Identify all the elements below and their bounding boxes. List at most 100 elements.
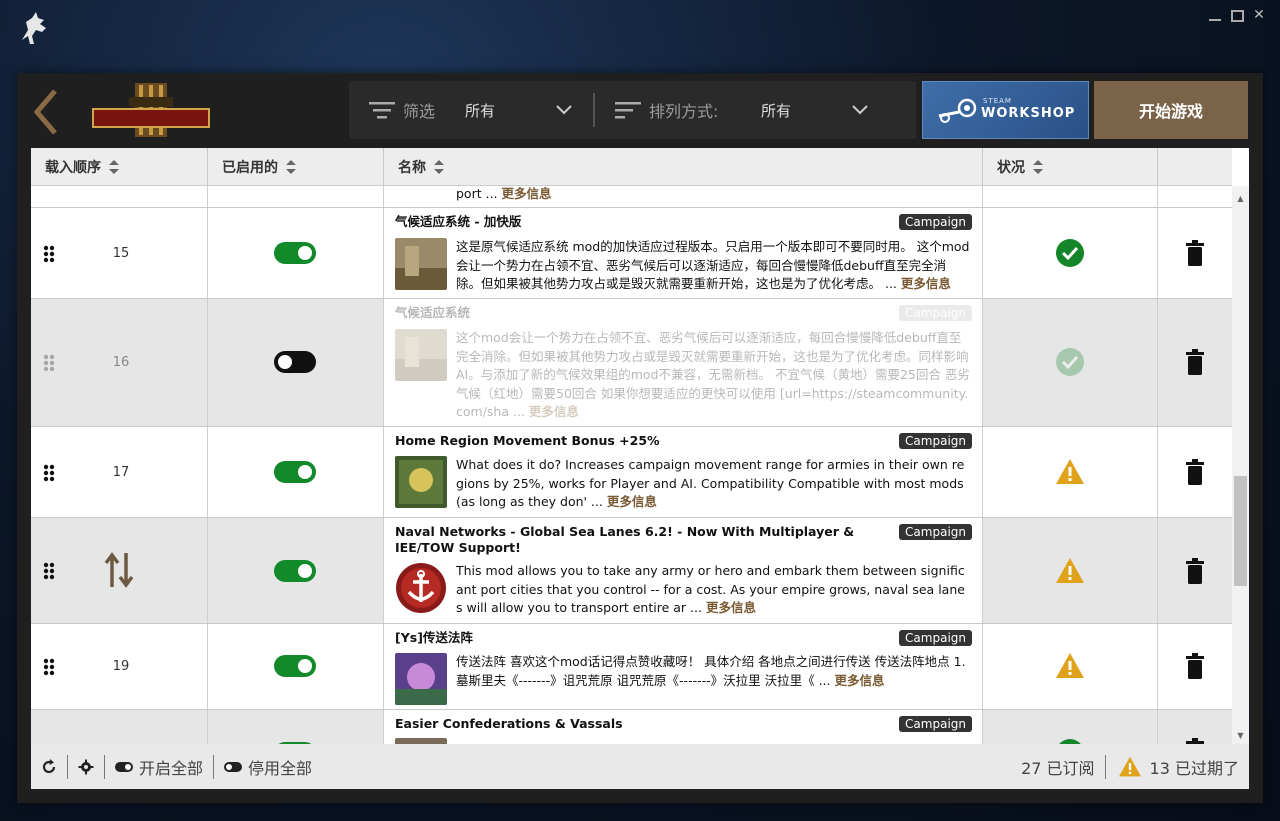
- disable-all-button[interactable]: 停用全部: [214, 744, 322, 789]
- sort-arrows-icon: [1033, 160, 1043, 174]
- warning-triangle-icon: [1118, 756, 1141, 776]
- drag-handle-icon[interactable]: [43, 245, 55, 263]
- drag-handle-icon[interactable]: [43, 354, 55, 372]
- enable-all-button[interactable]: 开启全部: [105, 744, 213, 789]
- more-info-link[interactable]: 更多信息: [607, 494, 657, 509]
- mod-title: Naval Networks - Global Sea Lanes 6.2! -…: [395, 524, 855, 555]
- filter-icon: [369, 102, 395, 119]
- mod-title: 气候适应系统 - 加快版: [395, 214, 522, 229]
- table-row: 15 气候适应系统 - 加快版 Campaign 这是原气候适应系统 mod的加…: [31, 208, 1232, 299]
- more-info-link[interactable]: 更多信息: [834, 673, 884, 688]
- mod-description: 这是原气候适应系统 mod的加快适应过程版本。只启用一个版本即可不要同时用。 这…: [456, 239, 970, 291]
- warhammer-logo: [92, 83, 210, 137]
- mod-manager-panel: 筛选 所有 排列方式: 所有 STEAM WORKSHOP 开始游戏 port …: [17, 73, 1263, 803]
- column-label: 状况: [997, 160, 1025, 176]
- settings-button[interactable]: [68, 744, 104, 789]
- mod-description: 传送法阵 喜欢这个mod话记得点赞收藏呀！ 具体介绍 各地点之间进行传送 传送法…: [456, 654, 966, 688]
- scroll-up-arrow-icon[interactable]: ▲: [1236, 194, 1245, 203]
- trash-icon[interactable]: [1185, 653, 1205, 679]
- drag-handle-icon[interactable]: [43, 562, 55, 580]
- title-bar: ✕: [0, 0, 1280, 56]
- subscribed-count: 27 已订阅: [1021, 758, 1095, 778]
- filter-value: 所有: [465, 101, 496, 120]
- footer-stats: 27 已订阅 13 已过期了: [1021, 744, 1239, 789]
- steam-text: STEAM: [983, 97, 1012, 105]
- enable-toggle[interactable]: [274, 351, 316, 373]
- sort-arrows-icon: [286, 160, 296, 174]
- load-order-number: 15: [112, 246, 130, 261]
- chevron-down-icon: [556, 105, 572, 115]
- table-row: 19 [Ys]传送法阵 Campaign 传送法阵 喜欢这个mod话记得点赞收藏…: [31, 624, 1232, 710]
- mod-thumbnail: [395, 456, 447, 508]
- campaign-badge: Campaign: [899, 630, 972, 646]
- disable-all-label: 停用全部: [248, 758, 313, 778]
- sort-label: 排列方式:: [649, 102, 719, 121]
- column-header-enabled[interactable]: 已启用的: [208, 148, 384, 186]
- column-header-delete: [1158, 148, 1232, 186]
- trash-icon[interactable]: [1185, 558, 1205, 584]
- mod-title: Easier Confederations & Vassals: [395, 716, 623, 731]
- mod-thumbnail: [395, 653, 447, 705]
- campaign-badge: Campaign: [899, 214, 972, 230]
- check-circle-icon: [1056, 348, 1084, 376]
- reorder-arrows-icon[interactable]: [103, 551, 135, 589]
- filter-dropdown[interactable]: 筛选 所有: [349, 81, 573, 139]
- more-info-link[interactable]: 更多信息: [901, 276, 951, 291]
- trash-icon[interactable]: [1185, 349, 1205, 375]
- column-header-load-order[interactable]: 载入顺序: [31, 148, 208, 186]
- toggle-on-icon: [115, 761, 133, 772]
- drag-handle-icon[interactable]: [43, 658, 55, 676]
- close-button[interactable]: ✕: [1252, 8, 1266, 22]
- start-game-button[interactable]: 开始游戏: [1094, 81, 1248, 139]
- scroll-down-arrow-icon[interactable]: ▼: [1236, 731, 1245, 740]
- steam-workshop-button[interactable]: STEAM WORKSHOP: [922, 81, 1089, 139]
- load-order-number: 19: [112, 659, 130, 674]
- sort-lines-icon: [615, 102, 641, 119]
- table-row: 17 Home Region Movement Bonus +25% Campa…: [31, 427, 1232, 518]
- mod-title: [Ys]传送法阵: [395, 630, 473, 645]
- scrollbar-thumb[interactable]: [1234, 476, 1247, 586]
- sort-dropdown[interactable]: 排列方式: 所有: [595, 81, 869, 139]
- campaign-badge: Campaign: [899, 433, 972, 449]
- more-info-link[interactable]: 更多信息: [529, 404, 579, 419]
- mod-thumbnail: [395, 329, 447, 381]
- table-row: 16 气候适应系统 Campaign 这个mod会让一个势力在占领不宜、恶劣气候…: [31, 299, 1232, 427]
- column-header-status[interactable]: 状况: [983, 148, 1158, 186]
- minimize-button[interactable]: [1209, 8, 1223, 22]
- enable-toggle[interactable]: [274, 655, 316, 677]
- table-row: Naval Networks - Global Sea Lanes 6.2! -…: [31, 518, 1232, 624]
- enable-toggle[interactable]: [274, 461, 316, 483]
- mod-thumbnail: [395, 238, 447, 290]
- column-label: 名称: [398, 160, 426, 176]
- more-info-link[interactable]: 更多信息: [502, 186, 552, 201]
- back-arrow-icon[interactable]: [29, 87, 61, 137]
- check-circle-icon: [1056, 239, 1084, 267]
- warning-triangle-icon: [1056, 459, 1084, 484]
- enable-toggle[interactable]: [274, 242, 316, 264]
- column-label: 载入顺序: [45, 160, 101, 176]
- sort-arrows-icon: [109, 160, 119, 174]
- refresh-icon: [42, 758, 56, 773]
- toggle-off-icon: [224, 761, 243, 772]
- maximize-button[interactable]: [1231, 10, 1244, 22]
- campaign-badge: Campaign: [899, 305, 972, 321]
- drag-handle-icon[interactable]: [43, 464, 55, 482]
- gear-icon: [78, 759, 94, 774]
- load-order-number: 17: [112, 465, 130, 480]
- horse-rider-logo-icon: [22, 12, 46, 44]
- vertical-scrollbar[interactable]: ▲ ▼: [1232, 186, 1249, 744]
- more-info-link[interactable]: 更多信息: [706, 600, 756, 615]
- table-row: Easier Confederations & Vassals Campaign: [31, 710, 1232, 744]
- mod-title: 气候适应系统: [395, 305, 471, 320]
- refresh-button[interactable]: [31, 744, 67, 789]
- mod-table: port ... 更多信息 15 气候适应系统 - 加快版 Campaign 这…: [31, 148, 1249, 744]
- anchor-thumbnail: [396, 563, 446, 613]
- footer-bar: 开启全部 停用全部 27 已订阅 13 已过期了: [31, 744, 1249, 789]
- column-header-name[interactable]: 名称: [384, 148, 983, 186]
- trash-icon[interactable]: [1185, 459, 1205, 485]
- sort-arrows-icon: [434, 160, 444, 174]
- enable-toggle[interactable]: [274, 560, 316, 582]
- workshop-text: WORKSHOP: [981, 106, 1076, 121]
- enable-all-label: 开启全部: [139, 758, 204, 778]
- trash-icon[interactable]: [1185, 240, 1205, 266]
